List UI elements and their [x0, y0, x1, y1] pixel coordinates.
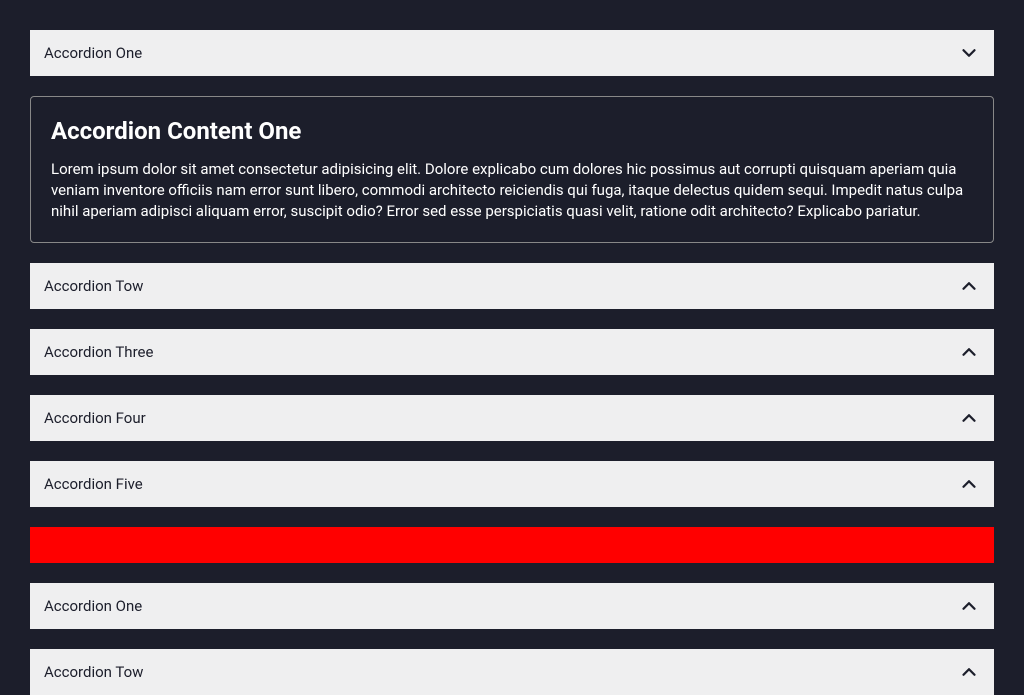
- separator-bar: [30, 527, 994, 563]
- accordion-label: Accordion Four: [44, 409, 146, 427]
- chevron-down-icon: [958, 42, 980, 64]
- chevron-up-icon: [958, 473, 980, 495]
- accordion-header-one[interactable]: Accordion One: [30, 30, 994, 76]
- accordion-content-body: Lorem ipsum dolor sit amet consectetur a…: [51, 159, 973, 222]
- accordion-label: Accordion One: [44, 44, 142, 62]
- chevron-up-icon: [958, 341, 980, 363]
- accordion-header-four[interactable]: Accordion Four: [30, 395, 994, 441]
- accordion-header-two[interactable]: Accordion Tow: [30, 263, 994, 309]
- accordion-content-title: Accordion Content One: [51, 117, 973, 145]
- accordion-label: Accordion Five: [44, 475, 143, 493]
- chevron-up-icon: [958, 275, 980, 297]
- accordion-header-five[interactable]: Accordion Five: [30, 461, 994, 507]
- accordion2-header-one[interactable]: Accordion One: [30, 583, 994, 629]
- accordion-header-three[interactable]: Accordion Three: [30, 329, 994, 375]
- accordion-content-one: Accordion Content One Lorem ipsum dolor …: [30, 96, 994, 243]
- chevron-up-icon: [958, 661, 980, 683]
- accordion2-header-two[interactable]: Accordion Tow: [30, 649, 994, 695]
- chevron-up-icon: [958, 407, 980, 429]
- accordion-label: Accordion One: [44, 597, 142, 615]
- accordion-label: Accordion Tow: [44, 277, 143, 295]
- chevron-up-icon: [958, 595, 980, 617]
- accordion-label: Accordion Three: [44, 343, 153, 361]
- accordion-label: Accordion Tow: [44, 663, 143, 681]
